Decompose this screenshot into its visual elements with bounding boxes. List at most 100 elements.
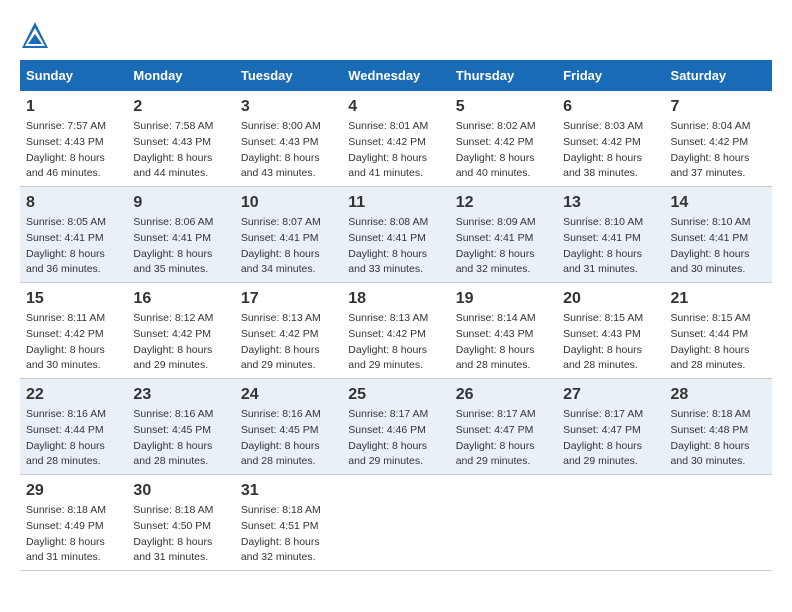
cell-content: Sunrise: 8:09 AMSunset: 4:41 PMDaylight:… (456, 215, 551, 278)
calendar-cell: 31Sunrise: 8:18 AMSunset: 4:51 PMDayligh… (235, 475, 342, 571)
day-number: 24 (241, 383, 336, 407)
cell-content: Sunrise: 7:57 AMSunset: 4:43 PMDaylight:… (26, 119, 121, 182)
header-day: Monday (127, 60, 234, 91)
day-number: 5 (456, 95, 551, 119)
calendar-cell: 30Sunrise: 8:18 AMSunset: 4:50 PMDayligh… (127, 475, 234, 571)
calendar-cell: 20Sunrise: 8:15 AMSunset: 4:43 PMDayligh… (557, 283, 664, 379)
cell-content: Sunrise: 8:15 AMSunset: 4:44 PMDaylight:… (671, 311, 766, 374)
cell-content: Sunrise: 8:03 AMSunset: 4:42 PMDaylight:… (563, 119, 658, 182)
calendar-cell: 1Sunrise: 7:57 AMSunset: 4:43 PMDaylight… (20, 91, 127, 187)
logo (20, 20, 54, 50)
week-row: 22Sunrise: 8:16 AMSunset: 4:44 PMDayligh… (20, 379, 772, 475)
calendar-table: SundayMondayTuesdayWednesdayThursdayFrid… (20, 60, 772, 571)
calendar-cell: 3Sunrise: 8:00 AMSunset: 4:43 PMDaylight… (235, 91, 342, 187)
cell-content: Sunrise: 8:07 AMSunset: 4:41 PMDaylight:… (241, 215, 336, 278)
calendar-cell: 24Sunrise: 8:16 AMSunset: 4:45 PMDayligh… (235, 379, 342, 475)
calendar-cell: 21Sunrise: 8:15 AMSunset: 4:44 PMDayligh… (665, 283, 772, 379)
logo-icon (20, 20, 50, 50)
day-number: 25 (348, 383, 443, 407)
page-header (20, 20, 772, 50)
cell-content: Sunrise: 8:17 AMSunset: 4:47 PMDaylight:… (563, 407, 658, 470)
calendar-cell: 23Sunrise: 8:16 AMSunset: 4:45 PMDayligh… (127, 379, 234, 475)
day-number: 2 (133, 95, 228, 119)
week-row: 15Sunrise: 8:11 AMSunset: 4:42 PMDayligh… (20, 283, 772, 379)
cell-content: Sunrise: 8:16 AMSunset: 4:45 PMDaylight:… (241, 407, 336, 470)
day-number: 3 (241, 95, 336, 119)
cell-content: Sunrise: 8:13 AMSunset: 4:42 PMDaylight:… (241, 311, 336, 374)
calendar-cell: 11Sunrise: 8:08 AMSunset: 4:41 PMDayligh… (342, 187, 449, 283)
day-number: 16 (133, 287, 228, 311)
calendar-cell: 25Sunrise: 8:17 AMSunset: 4:46 PMDayligh… (342, 379, 449, 475)
cell-content: Sunrise: 8:04 AMSunset: 4:42 PMDaylight:… (671, 119, 766, 182)
cell-content: Sunrise: 8:01 AMSunset: 4:42 PMDaylight:… (348, 119, 443, 182)
calendar-cell: 4Sunrise: 8:01 AMSunset: 4:42 PMDaylight… (342, 91, 449, 187)
week-row: 8Sunrise: 8:05 AMSunset: 4:41 PMDaylight… (20, 187, 772, 283)
day-number: 11 (348, 191, 443, 215)
day-number: 9 (133, 191, 228, 215)
calendar-cell (450, 475, 557, 571)
cell-content: Sunrise: 8:05 AMSunset: 4:41 PMDaylight:… (26, 215, 121, 278)
header-day: Saturday (665, 60, 772, 91)
day-number: 1 (26, 95, 121, 119)
calendar-cell: 27Sunrise: 8:17 AMSunset: 4:47 PMDayligh… (557, 379, 664, 475)
day-number: 27 (563, 383, 658, 407)
calendar-cell (342, 475, 449, 571)
cell-content: Sunrise: 8:16 AMSunset: 4:44 PMDaylight:… (26, 407, 121, 470)
day-number: 21 (671, 287, 766, 311)
day-number: 7 (671, 95, 766, 119)
day-number: 26 (456, 383, 551, 407)
week-row: 1Sunrise: 7:57 AMSunset: 4:43 PMDaylight… (20, 91, 772, 187)
cell-content: Sunrise: 8:18 AMSunset: 4:51 PMDaylight:… (241, 503, 336, 566)
day-number: 19 (456, 287, 551, 311)
cell-content: Sunrise: 8:02 AMSunset: 4:42 PMDaylight:… (456, 119, 551, 182)
day-number: 14 (671, 191, 766, 215)
calendar-cell: 14Sunrise: 8:10 AMSunset: 4:41 PMDayligh… (665, 187, 772, 283)
header-day: Friday (557, 60, 664, 91)
day-number: 22 (26, 383, 121, 407)
calendar-cell: 18Sunrise: 8:13 AMSunset: 4:42 PMDayligh… (342, 283, 449, 379)
cell-content: Sunrise: 8:10 AMSunset: 4:41 PMDaylight:… (563, 215, 658, 278)
day-number: 30 (133, 479, 228, 503)
calendar-cell: 19Sunrise: 8:14 AMSunset: 4:43 PMDayligh… (450, 283, 557, 379)
cell-content: Sunrise: 8:15 AMSunset: 4:43 PMDaylight:… (563, 311, 658, 374)
cell-content: Sunrise: 8:16 AMSunset: 4:45 PMDaylight:… (133, 407, 228, 470)
calendar-cell (557, 475, 664, 571)
day-number: 20 (563, 287, 658, 311)
cell-content: Sunrise: 8:06 AMSunset: 4:41 PMDaylight:… (133, 215, 228, 278)
cell-content: Sunrise: 8:14 AMSunset: 4:43 PMDaylight:… (456, 311, 551, 374)
day-number: 8 (26, 191, 121, 215)
header-day: Tuesday (235, 60, 342, 91)
header-row: SundayMondayTuesdayWednesdayThursdayFrid… (20, 60, 772, 91)
cell-content: Sunrise: 8:00 AMSunset: 4:43 PMDaylight:… (241, 119, 336, 182)
cell-content: Sunrise: 8:10 AMSunset: 4:41 PMDaylight:… (671, 215, 766, 278)
day-number: 31 (241, 479, 336, 503)
cell-content: Sunrise: 8:18 AMSunset: 4:49 PMDaylight:… (26, 503, 121, 566)
day-number: 29 (26, 479, 121, 503)
header-day: Sunday (20, 60, 127, 91)
week-row: 29Sunrise: 8:18 AMSunset: 4:49 PMDayligh… (20, 475, 772, 571)
calendar-cell: 15Sunrise: 8:11 AMSunset: 4:42 PMDayligh… (20, 283, 127, 379)
day-number: 28 (671, 383, 766, 407)
calendar-cell: 8Sunrise: 8:05 AMSunset: 4:41 PMDaylight… (20, 187, 127, 283)
cell-content: Sunrise: 8:11 AMSunset: 4:42 PMDaylight:… (26, 311, 121, 374)
cell-content: Sunrise: 8:17 AMSunset: 4:46 PMDaylight:… (348, 407, 443, 470)
calendar-cell: 26Sunrise: 8:17 AMSunset: 4:47 PMDayligh… (450, 379, 557, 475)
calendar-cell: 10Sunrise: 8:07 AMSunset: 4:41 PMDayligh… (235, 187, 342, 283)
day-number: 15 (26, 287, 121, 311)
cell-content: Sunrise: 8:12 AMSunset: 4:42 PMDaylight:… (133, 311, 228, 374)
cell-content: Sunrise: 8:08 AMSunset: 4:41 PMDaylight:… (348, 215, 443, 278)
calendar-cell: 22Sunrise: 8:16 AMSunset: 4:44 PMDayligh… (20, 379, 127, 475)
day-number: 10 (241, 191, 336, 215)
header-day: Thursday (450, 60, 557, 91)
calendar-cell: 17Sunrise: 8:13 AMSunset: 4:42 PMDayligh… (235, 283, 342, 379)
cell-content: Sunrise: 8:17 AMSunset: 4:47 PMDaylight:… (456, 407, 551, 470)
day-number: 23 (133, 383, 228, 407)
calendar-cell: 28Sunrise: 8:18 AMSunset: 4:48 PMDayligh… (665, 379, 772, 475)
calendar-cell: 9Sunrise: 8:06 AMSunset: 4:41 PMDaylight… (127, 187, 234, 283)
day-number: 12 (456, 191, 551, 215)
day-number: 17 (241, 287, 336, 311)
calendar-cell: 7Sunrise: 8:04 AMSunset: 4:42 PMDaylight… (665, 91, 772, 187)
calendar-cell (665, 475, 772, 571)
calendar-cell: 5Sunrise: 8:02 AMSunset: 4:42 PMDaylight… (450, 91, 557, 187)
calendar-cell: 2Sunrise: 7:58 AMSunset: 4:43 PMDaylight… (127, 91, 234, 187)
